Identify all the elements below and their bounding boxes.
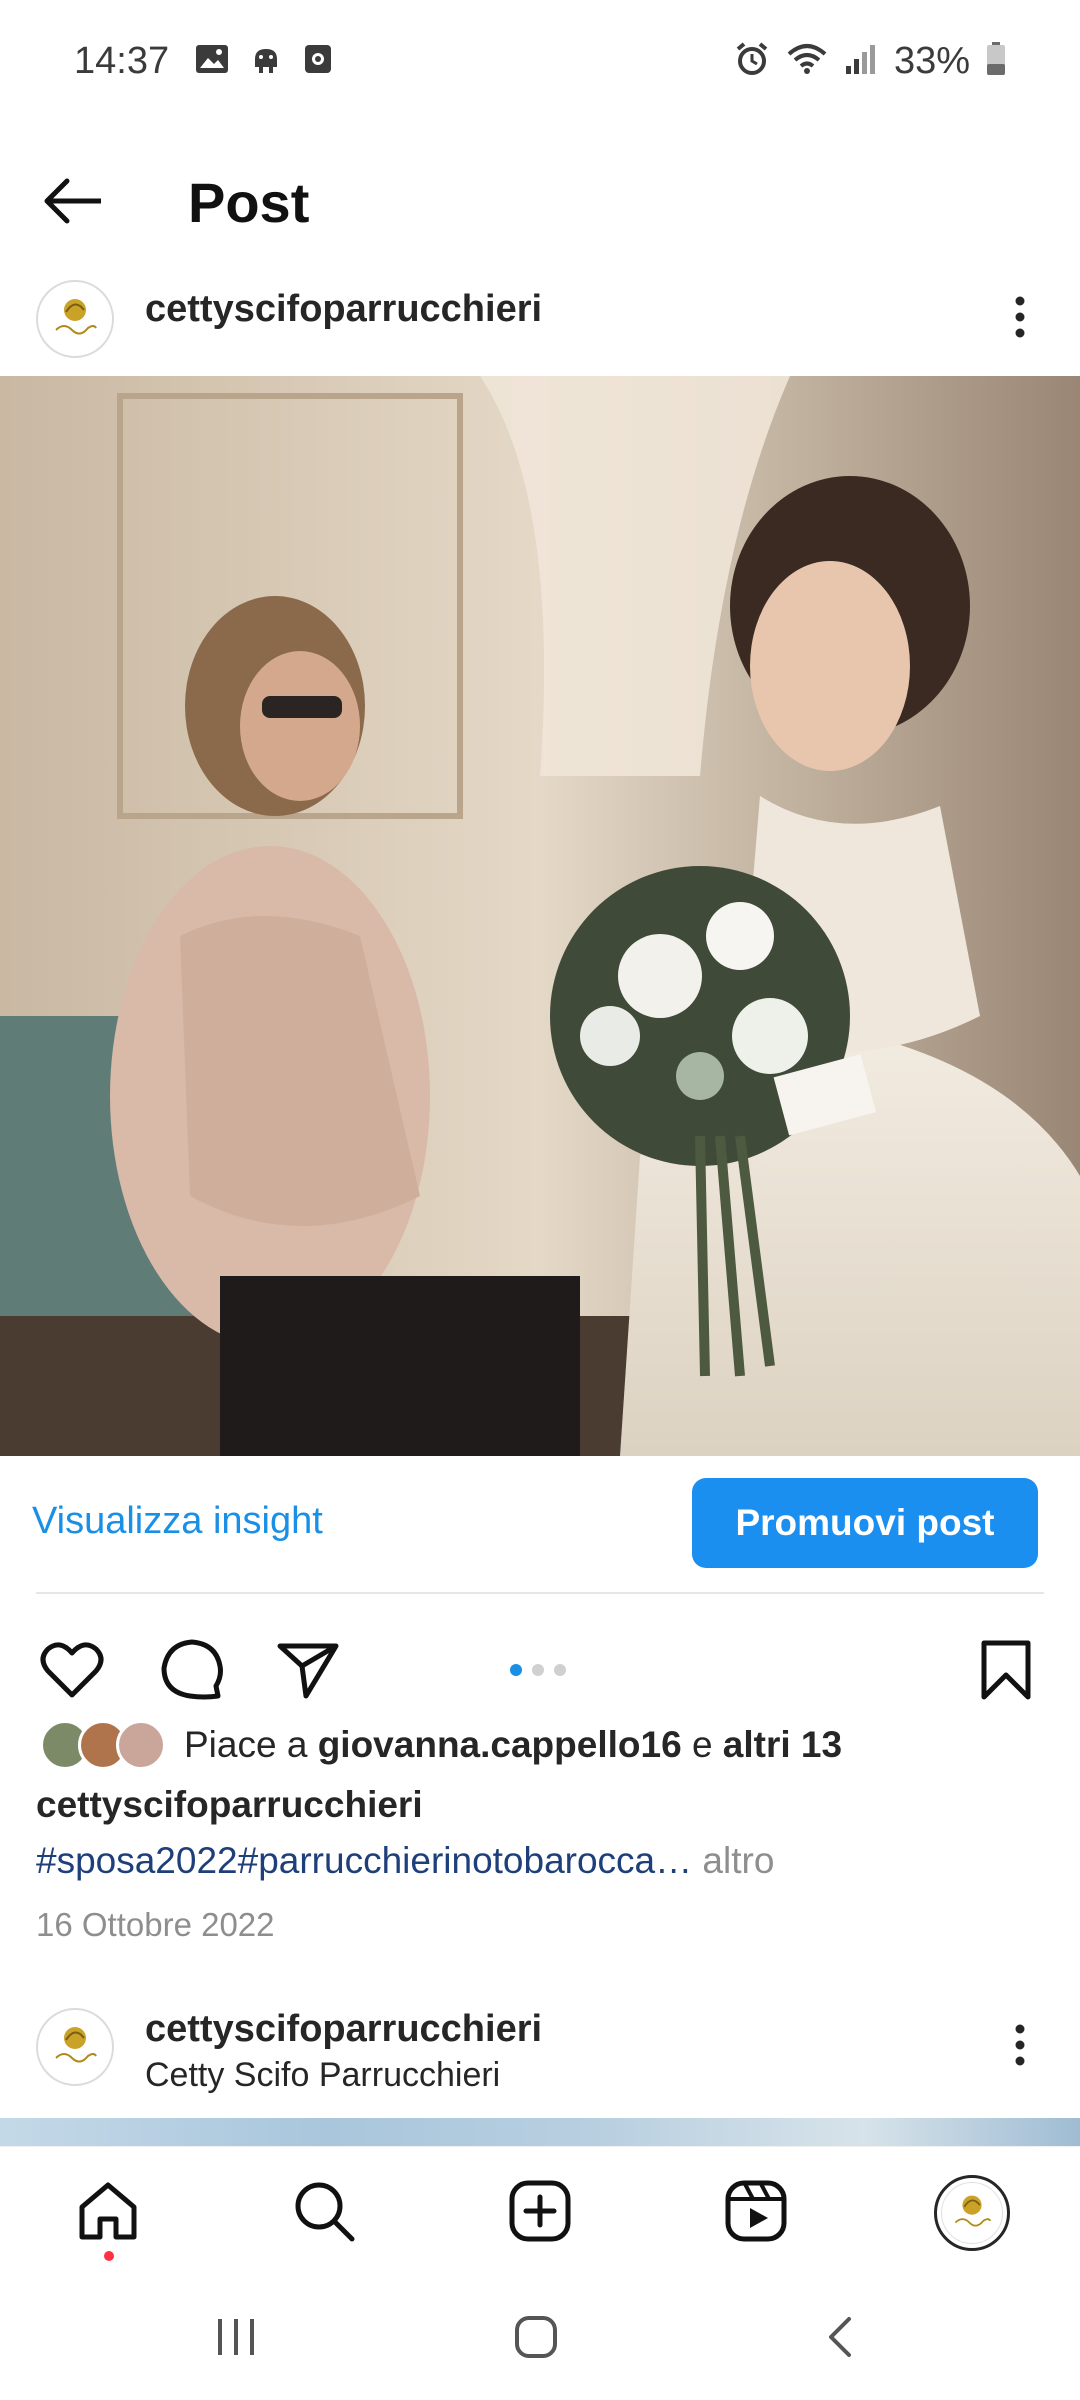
post-photo[interactable]: [0, 376, 1080, 1456]
screen-record-icon: [303, 43, 333, 80]
next-post-options-button[interactable]: [988, 2010, 1052, 2084]
nav-home[interactable]: [68, 2173, 148, 2253]
likes-user[interactable]: giovanna.cappello16: [318, 1724, 682, 1765]
bottom-navigation: [0, 2146, 1080, 2278]
comment-button[interactable]: [154, 1634, 230, 1710]
next-author-subtitle: Cetty Scifo Parrucchieri: [145, 2056, 501, 2094]
status-time: 14:37: [74, 39, 170, 82]
more-vertical-icon: [1014, 2023, 1026, 2072]
send-icon: [276, 1640, 340, 1705]
search-icon: [292, 2179, 356, 2248]
caption: #sposa2022#parrucchierinotobarocca… altr…: [36, 1840, 774, 1882]
android-icon: [251, 43, 281, 80]
system-back-button[interactable]: [800, 2306, 880, 2372]
likes-prefix: Piace a: [184, 1724, 308, 1765]
nav-reels[interactable]: [716, 2173, 796, 2253]
create-icon: [509, 2180, 571, 2247]
like-button[interactable]: [34, 1634, 110, 1710]
gallery-icon: [195, 44, 229, 79]
back-button[interactable]: [36, 166, 110, 240]
recents-icon: [214, 2317, 258, 2362]
comment-bubble-icon: [160, 1638, 224, 1707]
likes-row[interactable]: Piace a giovanna.cappello16 e altri 13: [0, 1716, 1080, 1776]
carousel-dot: [554, 1664, 566, 1676]
next-author-username[interactable]: cettyscifoparrucchieri: [145, 2008, 542, 2051]
carousel-indicator: [510, 1664, 566, 1676]
caption-username[interactable]: cettyscifoparrucchieri: [36, 1784, 423, 1826]
carousel-dot-active: [510, 1664, 522, 1676]
insight-row: Visualizza insight Promuovi post: [0, 1456, 1080, 1596]
divider: [36, 1592, 1044, 1594]
bookmark-icon: [980, 1639, 1032, 1706]
nav-create[interactable]: [500, 2173, 580, 2253]
carousel-dot: [532, 1664, 544, 1676]
status-icons-left: [195, 43, 333, 80]
battery-percent: 33%: [893, 39, 970, 82]
next-author-avatar[interactable]: [36, 2008, 114, 2086]
home-icon: [76, 2179, 140, 2248]
author-username[interactable]: cettyscifoparrucchieri: [145, 288, 542, 331]
liker-avatars: [40, 1720, 170, 1772]
nav-profile[interactable]: [932, 2173, 1012, 2253]
share-button[interactable]: [270, 1634, 346, 1710]
home-button-icon: [514, 2315, 558, 2364]
view-insights-link[interactable]: Visualizza insight: [32, 1500, 323, 1543]
reels-icon: [725, 2180, 787, 2247]
profile-avatar: [934, 2175, 1010, 2251]
author-avatar[interactable]: [36, 280, 114, 358]
status-icons-right: 33%: [734, 40, 1006, 83]
recents-button[interactable]: [196, 2306, 276, 2372]
likes-summary: Piace a giovanna.cappello16 e altri 13: [184, 1724, 842, 1766]
wifi-icon: [786, 42, 828, 81]
next-post-photo[interactable]: [0, 2118, 1080, 2146]
likes-connector: e: [691, 1724, 713, 1765]
post-author-row: cettyscifoparrucchieri: [0, 262, 1080, 376]
more-vertical-icon: [1014, 295, 1026, 344]
avatar: [116, 1720, 166, 1770]
arrow-left-icon: [41, 177, 105, 230]
alarm-icon: [734, 41, 770, 82]
heart-icon: [40, 1641, 104, 1704]
caption-hashtags[interactable]: #sposa2022#parrucchierinotobarocca…: [36, 1840, 692, 1881]
system-home-button[interactable]: [496, 2306, 576, 2372]
likes-others[interactable]: altri 13: [723, 1724, 842, 1765]
nav-search[interactable]: [284, 2173, 364, 2253]
page-title: Post: [188, 171, 310, 234]
post-date: 16 Ottobre 2022: [36, 1906, 275, 1943]
status-bar: 14:37 33%: [0, 0, 1080, 122]
post-options-button[interactable]: [988, 282, 1052, 356]
profile-avatar-image: [941, 2182, 1003, 2244]
signal-icon: [844, 42, 878, 81]
next-post-header: cettyscifoparrucchieri Cetty Scifo Parru…: [0, 2002, 1080, 2116]
caption-more-link[interactable]: altro: [702, 1840, 774, 1881]
back-icon: [825, 2315, 855, 2364]
save-button[interactable]: [968, 1634, 1044, 1710]
system-navigation: [0, 2278, 1080, 2400]
post-photo-illustration: [0, 376, 1080, 1456]
promote-post-button[interactable]: Promuovi post: [692, 1478, 1038, 1568]
battery-icon: [986, 41, 1006, 81]
home-notification-dot: [104, 2251, 114, 2261]
